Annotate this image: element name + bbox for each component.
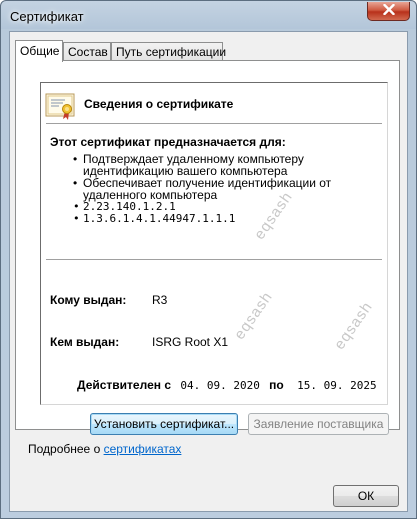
- dialog-client-area: Общие Состав Путь сертификации Сведения …: [9, 31, 408, 512]
- purpose-item: Обеспечивает получение идентификации от …: [73, 177, 373, 201]
- validity-row: Действителен с 04. 09. 2020 по 15. 09. 2…: [77, 378, 377, 392]
- info-header-title: Сведения о сертификате: [84, 97, 234, 111]
- valid-from-label: Действителен с: [77, 378, 171, 392]
- issued-to-value: R3: [152, 293, 168, 307]
- divider: [46, 123, 382, 125]
- tab-label: Состав: [68, 45, 108, 59]
- install-certificate-button[interactable]: Установить сертификат...: [90, 413, 238, 435]
- title-bar[interactable]: Сертификат: [1, 1, 416, 31]
- window-title: Сертификат: [10, 9, 84, 24]
- divider: [46, 259, 382, 261]
- valid-to-label: по: [269, 378, 284, 392]
- purpose-item: 1.3.6.1.4.1.44947.1.1.1: [73, 213, 373, 226]
- close-icon: [382, 3, 395, 18]
- tab-certification-path[interactable]: Путь сертификации: [111, 42, 227, 60]
- valid-from-date: 04. 09. 2020: [180, 379, 260, 392]
- issued-to-label: Кому выдан:: [50, 293, 127, 307]
- tab-label: Путь сертификации: [116, 45, 227, 59]
- close-button[interactable]: [367, 2, 410, 21]
- tab-label: Общие: [20, 44, 60, 58]
- purpose-list: Подтверждает удаленному компьютеру идент…: [73, 153, 373, 225]
- purpose-item: Подтверждает удаленному компьютеру идент…: [73, 153, 373, 177]
- purpose-title: Этот сертификат предназначается для:: [50, 135, 286, 149]
- learn-more-link[interactable]: сертификатах: [104, 442, 182, 456]
- valid-to-date: 15. 09. 2025: [297, 379, 377, 392]
- ok-button[interactable]: ОК: [333, 485, 399, 507]
- certificate-info-box: Сведения о сертификате Этот сертификат п…: [40, 82, 388, 405]
- certificate-dialog: Сертификат Общие Состав Путь сертификаци…: [0, 0, 417, 519]
- watermark: eqsash: [331, 298, 377, 353]
- learn-more-prefix: Подробнее о: [28, 442, 104, 456]
- tab-panel-general: Сведения о сертификате Этот сертификат п…: [15, 60, 400, 435]
- learn-more-text: Подробнее о сертификатах: [28, 442, 181, 456]
- tab-details[interactable]: Состав: [63, 42, 111, 60]
- certificate-icon: [45, 91, 77, 124]
- issuer-statement-button[interactable]: Заявление поставщика: [248, 413, 389, 435]
- issued-by-value: ISRG Root X1: [152, 335, 229, 349]
- issued-by-label: Кем выдан:: [50, 335, 120, 349]
- tab-general[interactable]: Общие: [15, 40, 63, 62]
- watermark: eqsash: [231, 288, 277, 343]
